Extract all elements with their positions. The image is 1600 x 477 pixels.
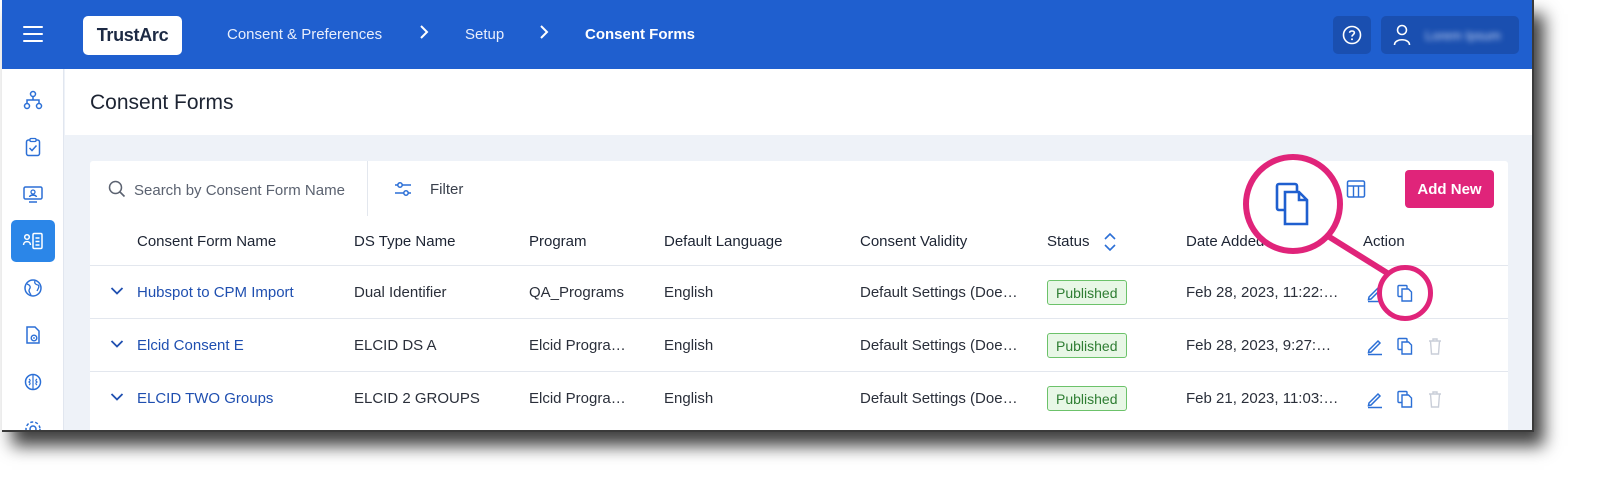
sidebar-item-settings[interactable]: [11, 408, 55, 430]
hierarchy-icon: [23, 90, 43, 110]
add-new-button[interactable]: Add New: [1405, 170, 1494, 208]
logo[interactable]: TrustArc: [83, 16, 182, 55]
user-name: Lorem Ipsum: [1425, 27, 1501, 43]
program-cell: QA_Programs: [529, 284, 625, 301]
copy-icon[interactable]: [1395, 283, 1415, 303]
column-header-ds-type[interactable]: DS Type Name: [354, 233, 455, 250]
search-icon: [108, 180, 126, 198]
delete-icon[interactable]: [1425, 336, 1445, 356]
program-cell: Elcid Progra…: [529, 390, 626, 407]
top-navigation-bar: TrustArc Consent & Preferences Setup Con…: [2, 0, 1532, 69]
monitor-user-icon: [23, 186, 43, 203]
sidebar: [2, 69, 64, 430]
search-input[interactable]: [134, 179, 362, 201]
user-menu-button[interactable]: Lorem Ipsum: [1381, 16, 1519, 54]
menu-icon[interactable]: [23, 26, 43, 42]
ds-type-cell: Dual Identifier: [354, 284, 447, 301]
validity-cell: Default Settings (Doe…: [860, 337, 1018, 354]
column-header-action: Action: [1363, 233, 1405, 250]
ds-type-cell: ELCID 2 GROUPS: [354, 390, 480, 407]
clipboard-check-icon: [25, 137, 41, 157]
table-columns-icon: [1346, 180, 1366, 198]
page-title: Consent Forms: [90, 91, 234, 114]
table-row[interactable]: Elcid Consent E ELCID DS A Elcid Progra……: [90, 318, 1508, 371]
table-row[interactable]: Hubspot to CPM Import Dual Identifier QA…: [90, 265, 1508, 318]
help-button[interactable]: [1333, 16, 1371, 54]
sidebar-item-consent-forms[interactable]: [11, 220, 55, 262]
filter-button[interactable]: Filter: [394, 177, 463, 201]
program-cell: Elcid Progra…: [529, 337, 626, 354]
chevron-right-icon: [539, 24, 549, 45]
highlight-ring: [1377, 265, 1433, 321]
chevron-right-icon: [419, 24, 429, 45]
column-settings-button[interactable]: [1345, 178, 1367, 200]
breadcrumb-setup[interactable]: Setup: [465, 26, 504, 43]
validity-cell: Default Settings (Doe…: [860, 390, 1018, 407]
page-header: Consent Forms: [65, 69, 1532, 135]
table-row[interactable]: ELCID TWO Groups ELCID 2 GROUPS Elcid Pr…: [90, 371, 1508, 424]
sidebar-item-insights[interactable]: [11, 361, 55, 403]
date-added-cell: Feb 28, 2023, 9:27:…: [1186, 337, 1332, 354]
form-name-link[interactable]: ELCID TWO Groups: [137, 390, 273, 407]
document-settings-icon: [26, 326, 40, 344]
magnifier-callout: [1243, 154, 1343, 254]
sidebar-item-hierarchy[interactable]: [11, 79, 55, 121]
language-cell: English: [664, 390, 714, 407]
globe-icon: [24, 279, 42, 297]
breadcrumb-consent-forms: Consent Forms: [585, 26, 696, 43]
app-window: TrustArc Consent & Preferences Setup Con…: [2, 0, 1534, 432]
validity-cell: Default Settings (Doe…: [860, 284, 1018, 301]
form-name-link[interactable]: Hubspot to CPM Import: [137, 284, 294, 301]
chevron-down-icon[interactable]: [110, 339, 124, 349]
delete-icon[interactable]: [1425, 389, 1445, 409]
breadcrumb-consent-preferences[interactable]: Consent & Preferences: [227, 26, 382, 43]
brain-icon: [24, 373, 42, 391]
date-added-cell: Feb 21, 2023, 11:03:…: [1186, 390, 1339, 407]
sidebar-item-monitor[interactable]: [11, 173, 55, 215]
help-icon: [1342, 25, 1362, 45]
copy-icon[interactable]: [1395, 389, 1415, 409]
column-header-status[interactable]: Status: [1047, 233, 1090, 250]
sidebar-item-tasks[interactable]: [11, 126, 55, 168]
column-header-name[interactable]: Consent Form Name: [137, 233, 276, 250]
copy-icon: [1275, 182, 1309, 226]
copy-icon[interactable]: [1395, 336, 1415, 356]
filter-label: Filter: [430, 180, 464, 198]
search-box: [90, 161, 368, 216]
column-header-program[interactable]: Program: [529, 233, 587, 250]
edit-icon[interactable]: [1365, 336, 1385, 356]
column-header-language[interactable]: Default Language: [664, 233, 782, 250]
filter-sliders-icon: [395, 182, 411, 196]
language-cell: English: [664, 284, 714, 301]
form-name-link[interactable]: Elcid Consent E: [137, 337, 244, 354]
chevron-down-icon[interactable]: [110, 392, 124, 402]
sidebar-item-global[interactable]: [11, 267, 55, 309]
status-badge: Published: [1047, 333, 1127, 358]
column-header-date-added[interactable]: Date Added: [1186, 233, 1264, 250]
ds-type-cell: ELCID DS A: [354, 337, 437, 354]
status-badge: Published: [1047, 386, 1127, 411]
date-added-cell: Feb 28, 2023, 11:22:…: [1186, 284, 1339, 301]
sidebar-item-document-settings[interactable]: [11, 314, 55, 356]
column-header-validity[interactable]: Consent Validity: [860, 233, 967, 250]
consent-form-icon: [22, 232, 43, 250]
status-badge: Published: [1047, 280, 1127, 305]
settings-icon: [25, 421, 41, 430]
sort-icon[interactable]: [1103, 232, 1117, 252]
language-cell: English: [664, 337, 714, 354]
edit-icon[interactable]: [1365, 389, 1385, 409]
chevron-down-icon[interactable]: [110, 286, 124, 296]
user-icon: [1393, 24, 1411, 46]
